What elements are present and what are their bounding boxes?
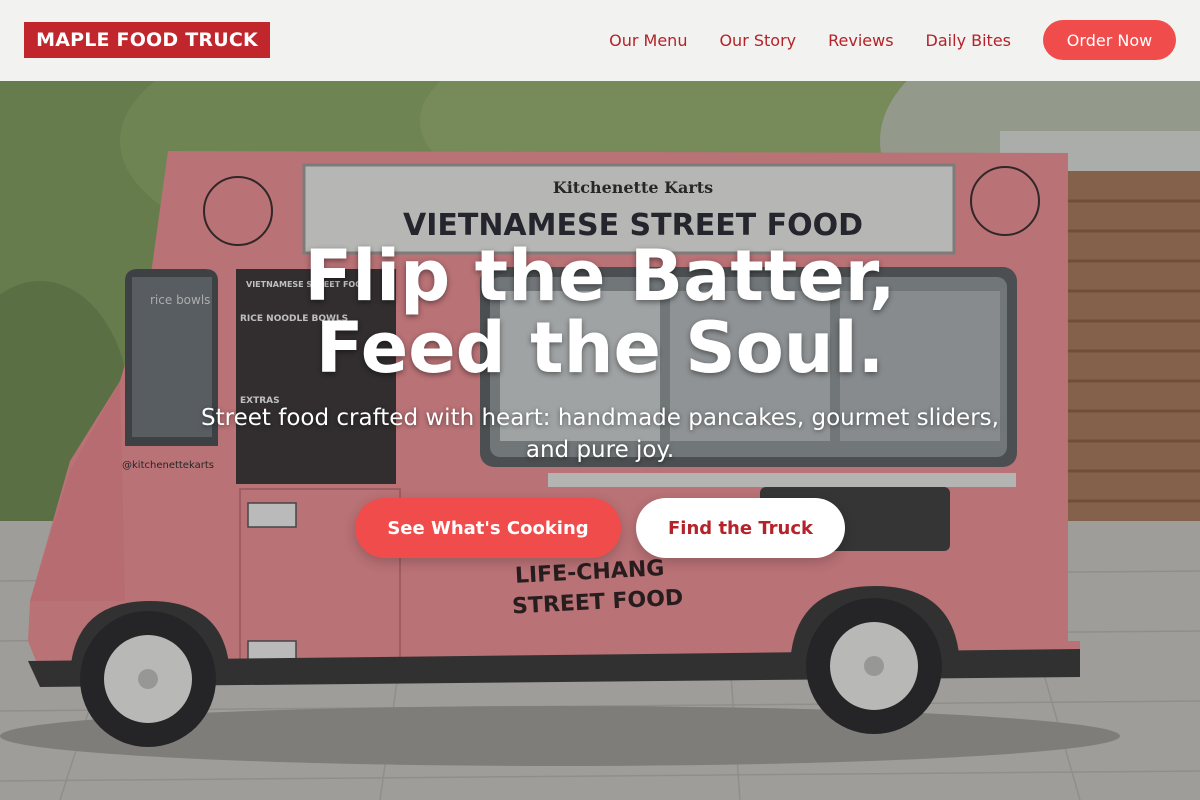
nav-link-our-menu[interactable]: Our Menu [609,31,687,50]
hero-title-line-1: Flip the Batter, [304,235,896,317]
top-navbar: MAPLE FOOD TRUCK Our Menu Our Story Revi… [0,0,1200,81]
nav-link-reviews[interactable]: Reviews [828,31,893,50]
see-whats-cooking-button[interactable]: See What's Cooking [355,498,621,558]
nav-link-daily-bites[interactable]: Daily Bites [926,31,1011,50]
order-now-button[interactable]: Order Now [1043,20,1176,60]
hero-subtitle-line-2: and pure joy. [525,437,675,463]
find-the-truck-button[interactable]: Find the Truck [636,498,845,558]
nav-links: Our Menu Our Story Reviews Daily Bites O… [609,20,1176,60]
nav-link-our-story[interactable]: Our Story [719,31,796,50]
hero-cta-group: See What's Cooking Find the Truck [355,498,845,558]
brand-logo[interactable]: MAPLE FOOD TRUCK [24,22,270,58]
hero-subtitle: Street food crafted with heart: handmade… [170,402,1030,466]
hero-title-line-2: Feed the Soul. [315,307,885,389]
hero-title: Flip the Batter, Feed the Soul. [0,240,1200,384]
hero-subtitle-line-1: Street food crafted with heart: handmade… [201,405,999,431]
